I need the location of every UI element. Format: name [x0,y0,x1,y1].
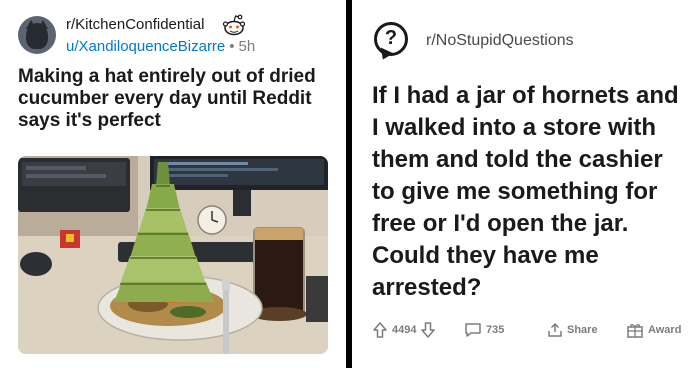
username-link[interactable]: u/XandiloquenceBizarre [66,38,225,55]
award-gift-icon [627,324,643,338]
meta-separator: • [229,38,235,55]
cucumber-hat-photo [18,156,328,354]
share-label: Share [567,324,598,336]
snoo-icon [222,14,246,36]
award-label: Award [648,324,682,336]
vote-count: 4494 [392,324,417,336]
post-actions-bar: 4494 735 Share Award [372,319,692,343]
post-meta: u/XandiloquenceBizarre • 5h [66,38,255,55]
vote-group: 4494 [372,322,436,338]
upvote-arrow-icon[interactable] [372,322,388,338]
subreddit-name[interactable]: r/KitchenConfidential [66,16,204,33]
post-age: 5h [238,38,256,55]
post-image[interactable] [18,156,328,354]
share-button[interactable]: Share [547,322,598,338]
comment-count: 735 [486,324,505,336]
comment-bubble-icon [465,323,481,337]
subreddit-name-right[interactable]: r/NoStupidQuestions [426,32,574,50]
comments-button[interactable]: 735 [464,322,504,338]
award-button[interactable]: Award [626,322,681,338]
kitchen-post-card: r/KitchenConfidential u/XandiloquenceBiz… [0,0,346,368]
subreddit-avatar[interactable] [18,16,56,54]
post-title[interactable]: Making a hat entirely out of dried cucum… [18,66,328,132]
share-icon [548,323,562,337]
post-title-right[interactable]: If I had a jar of hornets and I walked i… [372,80,690,304]
downvote-arrow-icon[interactable] [420,322,436,338]
nostupidquestions-post-card: ? r/NoStupidQuestions If I had a jar of … [352,0,700,368]
